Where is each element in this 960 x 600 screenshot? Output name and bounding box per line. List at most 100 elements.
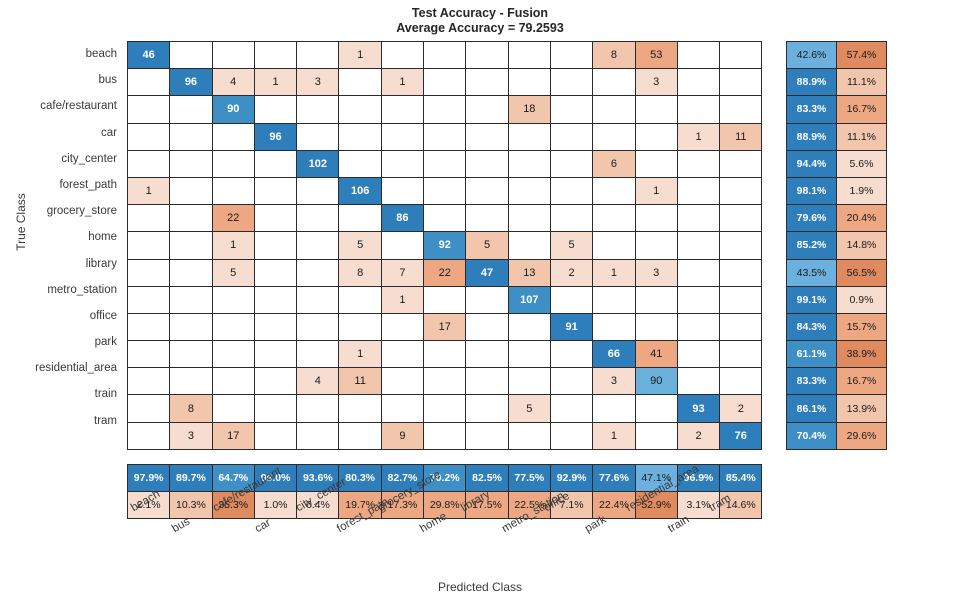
matrix-cell bbox=[423, 68, 467, 97]
matrix-cell bbox=[719, 312, 763, 342]
matrix-cell bbox=[634, 285, 678, 314]
matrix-cell bbox=[719, 95, 763, 124]
row-error-cell: 15.7% bbox=[836, 312, 887, 342]
row-error-cell: 11.1% bbox=[836, 122, 887, 151]
matrix-cell: 47 bbox=[465, 258, 509, 287]
matrix-cell bbox=[423, 176, 467, 206]
matrix-cell bbox=[338, 149, 382, 178]
matrix-cell bbox=[423, 394, 467, 423]
matrix-row: 96 1 11 bbox=[126, 122, 763, 151]
col-precision-cell: 89.7% bbox=[169, 463, 213, 493]
row-recall-cell: 85.2% bbox=[786, 231, 837, 260]
matrix-cell bbox=[549, 40, 594, 70]
matrix-cell bbox=[296, 40, 340, 70]
matrix-cell bbox=[676, 40, 721, 70]
row-summary-row: 88.9% 11.1% bbox=[786, 122, 887, 151]
row-recall-cell: 83.3% bbox=[786, 95, 837, 124]
matrix-cell: 11 bbox=[719, 122, 763, 151]
matrix-cell: 3 bbox=[169, 421, 213, 450]
matrix-cell bbox=[676, 367, 721, 396]
matrix-cell bbox=[296, 122, 340, 151]
matrix-cell bbox=[296, 204, 340, 233]
row-summary-row: 98.1% 1.9% bbox=[786, 176, 887, 206]
matrix-cell: 2 bbox=[676, 421, 721, 450]
row-recall-cell: 70.4% bbox=[786, 421, 837, 450]
matrix-cell: 4 bbox=[211, 68, 255, 97]
matrix-cell bbox=[169, 258, 213, 287]
row-error-cell: 38.9% bbox=[836, 340, 887, 369]
matrix-cell bbox=[676, 285, 721, 314]
matrix-cell bbox=[253, 258, 298, 287]
matrix-cell bbox=[253, 312, 298, 342]
matrix-cell: 102 bbox=[296, 149, 340, 178]
row-summary-row: 94.4% 5.6% bbox=[786, 149, 887, 178]
matrix-cell bbox=[465, 122, 509, 151]
matrix-cell bbox=[380, 312, 425, 342]
matrix-cell bbox=[253, 394, 298, 423]
matrix-cell bbox=[126, 95, 171, 124]
true-class-label: residential_area bbox=[35, 362, 117, 375]
matrix-cell: 5 bbox=[507, 394, 551, 423]
true-class-labels: beach bus cafe/restaurant car city_center for… bbox=[0, 41, 122, 434]
true-class-label: city_center bbox=[61, 152, 117, 165]
matrix-cell bbox=[211, 394, 255, 423]
matrix-cell: 1 bbox=[380, 68, 425, 97]
matrix-cell bbox=[126, 258, 171, 287]
matrix-cell bbox=[719, 149, 763, 178]
predicted-class-label: tram bbox=[706, 492, 733, 515]
col-precision-cell: 77.6% bbox=[592, 463, 636, 493]
matrix-cell bbox=[676, 95, 721, 124]
row-error-cell: 20.4% bbox=[836, 204, 887, 233]
matrix-cell bbox=[253, 149, 298, 178]
matrix-cell bbox=[423, 40, 467, 70]
matrix-cell bbox=[465, 421, 509, 450]
matrix-row: 1 66 41 bbox=[126, 340, 763, 369]
matrix-cell bbox=[423, 421, 467, 450]
matrix-cell bbox=[169, 95, 213, 124]
matrix-cell bbox=[634, 122, 678, 151]
matrix-cell bbox=[549, 176, 594, 206]
matrix-cell bbox=[719, 176, 763, 206]
matrix-cell: 1 bbox=[338, 40, 382, 70]
matrix-cell bbox=[507, 204, 551, 233]
matrix-cell bbox=[380, 149, 425, 178]
matrix-cell bbox=[211, 312, 255, 342]
matrix-cell bbox=[253, 231, 298, 260]
matrix-cell bbox=[296, 258, 340, 287]
matrix-cell bbox=[465, 367, 509, 396]
predicted-class-label: car bbox=[252, 516, 273, 536]
matrix-cell: 22 bbox=[423, 258, 467, 287]
matrix-cell bbox=[507, 40, 551, 70]
matrix-cell bbox=[465, 312, 509, 342]
matrix-cell bbox=[719, 204, 763, 233]
row-error-cell: 56.5% bbox=[836, 258, 887, 287]
matrix-cell bbox=[634, 394, 678, 423]
row-error-cell: 14.8% bbox=[836, 231, 887, 260]
matrix-cell bbox=[253, 176, 298, 206]
matrix-cell bbox=[338, 95, 382, 124]
matrix-cell bbox=[507, 176, 551, 206]
matrix-cell bbox=[676, 312, 721, 342]
matrix-cell: 1 bbox=[634, 176, 678, 206]
matrix-cell bbox=[507, 421, 551, 450]
matrix-cell bbox=[169, 340, 213, 369]
matrix-cell bbox=[296, 285, 340, 314]
matrix-cell: 106 bbox=[338, 176, 382, 206]
matrix-cell bbox=[507, 367, 551, 396]
matrix-cell bbox=[126, 149, 171, 178]
true-class-label: car bbox=[101, 126, 117, 139]
matrix-row: 1 107 bbox=[126, 285, 763, 314]
matrix-cell: 1 bbox=[380, 285, 425, 314]
matrix-cell bbox=[549, 394, 594, 423]
matrix-cell bbox=[253, 421, 298, 450]
row-summary-row: 61.1% 38.9% bbox=[786, 340, 887, 369]
matrix-cell bbox=[592, 312, 636, 342]
row-error-cell: 1.9% bbox=[836, 176, 887, 206]
row-recall-cell: 83.3% bbox=[786, 367, 837, 396]
true-class-label: forest_path bbox=[59, 178, 117, 191]
row-error-cell: 0.9% bbox=[836, 285, 887, 314]
matrix-cell bbox=[465, 394, 509, 423]
matrix-cell bbox=[380, 231, 425, 260]
matrix-cell bbox=[211, 149, 255, 178]
row-recall-cell: 61.1% bbox=[786, 340, 837, 369]
